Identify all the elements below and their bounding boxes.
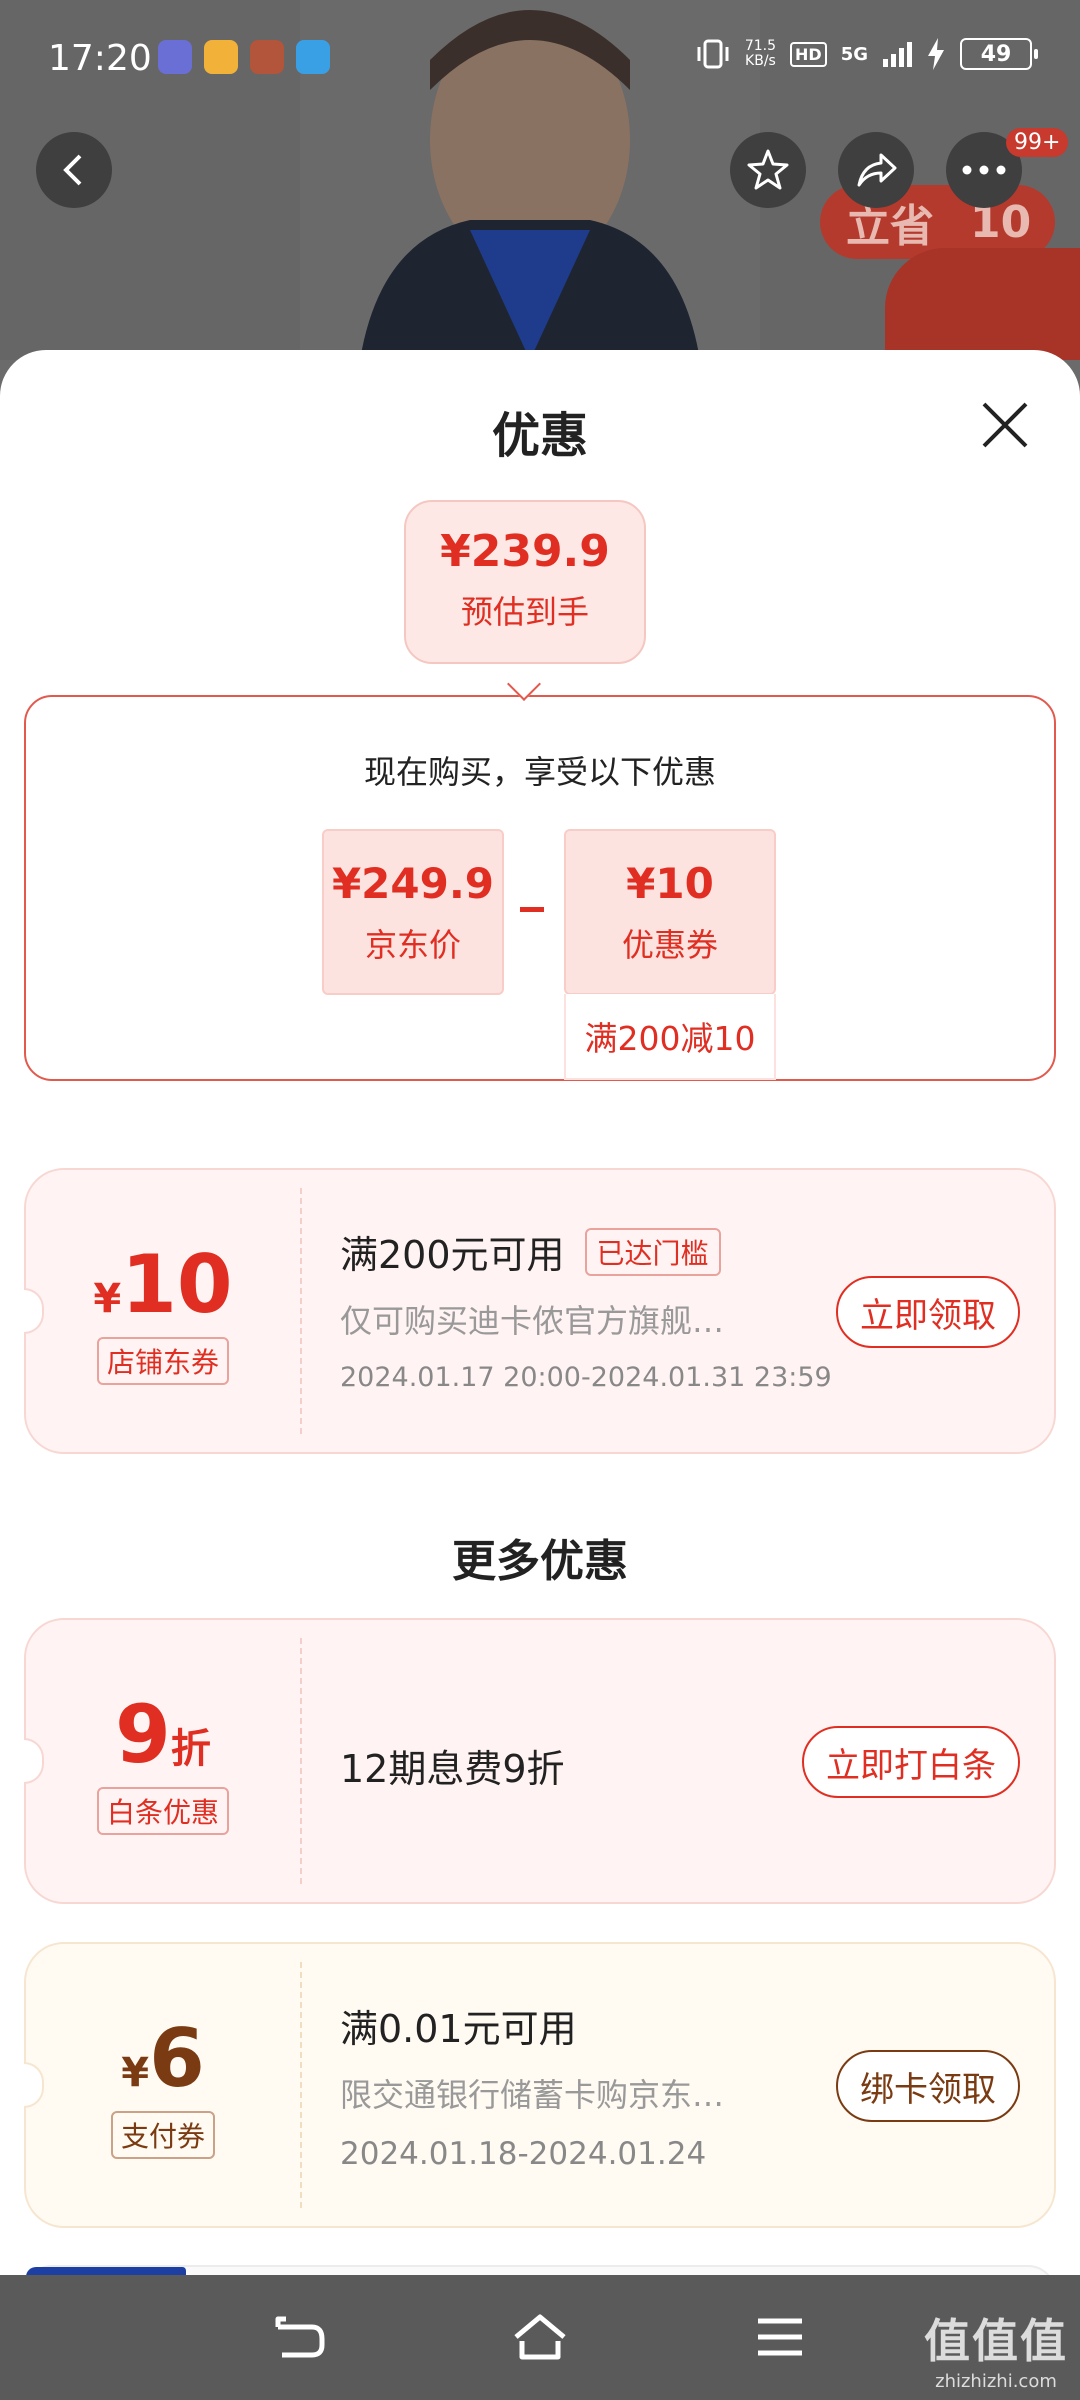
cart-badge: 99+ — [1006, 128, 1069, 157]
charging-icon — [928, 38, 944, 70]
coupon-divider — [300, 1638, 302, 1884]
discount-sheet: 优惠 ¥239.9 预估到手 现在购买，享受以下优惠 ¥249.9 京东价 ¥1… — [0, 350, 1080, 2275]
notification-icons — [158, 40, 330, 74]
more-offers-title: 更多优惠 — [452, 1536, 628, 1587]
close-icon[interactable] — [978, 398, 1032, 452]
coupon-value-col: ¥6 支付券 — [26, 1944, 300, 2230]
coupon-discount-value: ¥10 — [626, 859, 714, 908]
share-button[interactable] — [838, 132, 914, 208]
app-notification-icon — [296, 40, 330, 74]
estimated-price-label: 预估到手 — [460, 593, 589, 631]
coupon-divider — [300, 1188, 302, 1434]
status-time: 17:20 — [48, 38, 152, 79]
payment-coupon-card: ¥6 支付券 满0.01元可用 限交通银行储蓄卡购京东… 2024.01.18-… — [24, 1942, 1056, 2228]
threshold-reached-badge: 已达门槛 — [584, 1227, 721, 1276]
coupon-type-tag: 支付券 — [110, 2111, 215, 2159]
net-speed: 71.5 KB/s — [745, 39, 776, 69]
coupon-amount-number: 6 — [149, 2012, 205, 2105]
bind-card-claim-button[interactable]: 绑卡领取 — [836, 2050, 1020, 2122]
favorite-button[interactable] — [730, 132, 806, 208]
app-notification-icon — [158, 40, 192, 74]
estimated-price-box: ¥239.9 预估到手 — [404, 500, 646, 664]
offer-amount-number: 9 — [115, 1688, 171, 1781]
coupon-title: 满0.01元可用 — [340, 2007, 577, 2051]
coupon-amount-number: 10 — [121, 1238, 233, 1331]
coupon-value-col: ¥10 店铺东券 — [26, 1170, 300, 1456]
coupon-type-tag: 店铺东券 — [96, 1337, 229, 1385]
coupon-currency: ¥ — [93, 1276, 122, 1322]
system-nav-bar: 值值值 zhizhizhi.com — [0, 2275, 1080, 2400]
coupon-divider — [300, 1962, 302, 2208]
coupon-amount: ¥10 — [26, 1238, 300, 1331]
minus-sign — [520, 907, 544, 912]
battery-level: 49 — [980, 41, 1012, 67]
back-arrow-icon — [63, 154, 82, 186]
watermark-main: 值值值 — [924, 2314, 1068, 2368]
signal-icon — [883, 42, 912, 67]
jd-price-label: 京东价 — [364, 926, 461, 964]
nav-menu-icon[interactable] — [752, 2311, 808, 2363]
promo-banner-decoration — [885, 248, 1080, 360]
claim-coupon-button[interactable]: 立即领取 — [836, 1276, 1020, 1348]
next-card-peek — [24, 2265, 1056, 2275]
coupon-discount-label: 优惠券 — [621, 926, 718, 964]
offer-amount-unit: 折 — [170, 1726, 211, 1772]
estimated-price: ¥239.9 — [440, 526, 610, 577]
watermark-sub: zhizhizhi.com — [935, 2371, 1057, 2392]
app-notification-icon — [204, 40, 238, 74]
offer-title: 12期息费9折 — [340, 1747, 565, 1791]
coupon-title-text: 满200元可用 — [340, 1233, 565, 1277]
hd-indicator: HD — [790, 41, 827, 67]
product-header: 立省 10 17:20 71.5 KB/s HD 5G 49 99+ — [0, 0, 1080, 360]
next-card-badge — [26, 2267, 186, 2275]
battery-indicator: 49 — [960, 38, 1038, 70]
status-bar: 17:20 71.5 KB/s HD 5G 49 — [0, 0, 1080, 120]
coupon-discount-box: ¥10 优惠券 — [564, 829, 776, 995]
coupon-currency: ¥ — [121, 2050, 150, 2096]
offer-value-col: 9折 白条优惠 — [26, 1620, 300, 1906]
offer-amount: 9折 — [26, 1688, 300, 1781]
coupon-amount: ¥6 — [26, 2012, 300, 2105]
baitiao-offer-card: 9折 白条优惠 12期息费9折 立即打白条 — [24, 1618, 1056, 1904]
watermark: 值值值 zhizhizhi.com — [924, 2305, 1068, 2392]
store-coupon-card: ¥10 店铺东券 满200元可用 已达门槛 仅可购买迪卡侬官方旗舰… 2024.… — [24, 1168, 1056, 1454]
network-type: 5G — [840, 43, 868, 65]
coupon-validity: 2024.01.17 20:00-2024.01.31 23:59 — [340, 1362, 832, 1393]
sheet-title: 优惠 — [491, 408, 588, 464]
jd-price-box: ¥249.9 京东价 — [322, 829, 504, 995]
jd-price-value: ¥249.9 — [331, 859, 495, 908]
back-button[interactable] — [36, 132, 112, 208]
more-icon — [962, 165, 1006, 175]
coupon-description: 仅可购买迪卡侬官方旗舰… — [340, 1302, 725, 1340]
coupon-description: 限交通银行储蓄卡购京东… — [340, 2076, 725, 2114]
coupon-validity: 2024.01.18-2024.01.24 — [340, 2136, 707, 2172]
nav-home-icon[interactable] — [512, 2311, 568, 2363]
status-indicators: 71.5 KB/s HD 5G 49 — [695, 38, 1038, 70]
star-icon — [747, 149, 789, 190]
vibrate-icon — [697, 39, 729, 69]
share-icon — [857, 153, 897, 187]
nav-back-icon[interactable] — [272, 2311, 328, 2363]
coupon-condition: 满200减10 — [564, 994, 776, 1080]
use-baitiao-button[interactable]: 立即打白条 — [802, 1726, 1020, 1798]
price-calculation-box: 现在购买，享受以下优惠 ¥249.9 京东价 ¥10 优惠券 满200减10 — [24, 695, 1056, 1081]
net-speed-unit: KB/s — [745, 53, 776, 69]
calc-title: 现在购买，享受以下优惠 — [363, 753, 716, 791]
app-notification-icon — [250, 40, 284, 74]
offer-type-tag: 白条优惠 — [96, 1787, 229, 1835]
net-speed-value: 71.5 — [744, 38, 777, 54]
coupon-title: 满200元可用 已达门槛 — [340, 1224, 721, 1279]
